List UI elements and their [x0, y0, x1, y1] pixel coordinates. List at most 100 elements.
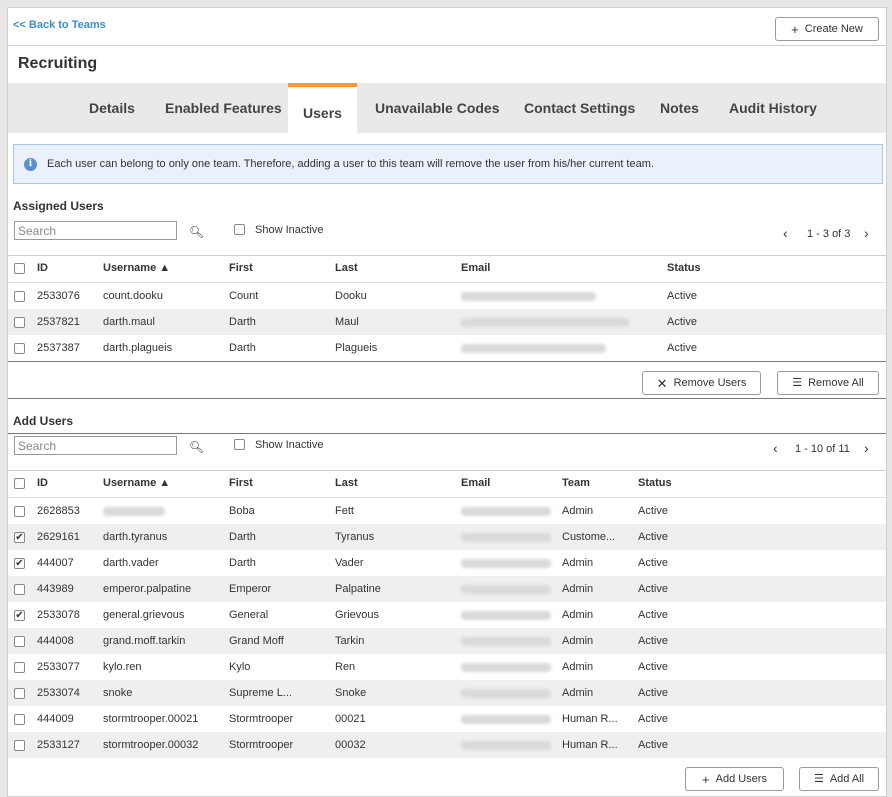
- redacted-email: [461, 507, 551, 516]
- remove-users-label: Remove Users: [673, 377, 747, 389]
- row-checkbox[interactable]: ✔: [14, 532, 25, 543]
- cell-last: Palpatine: [335, 583, 381, 595]
- table-row[interactable]: 2533077 kylo.ren Kylo Ren Admin Active: [8, 654, 886, 680]
- add-next-page-icon[interactable]: ›: [864, 440, 869, 456]
- add-users-heading: Add Users: [13, 414, 74, 428]
- assigned-show-inactive-checkbox[interactable]: [234, 224, 245, 235]
- add-all-button[interactable]: ☰ Add All: [799, 767, 879, 791]
- column-header-team[interactable]: Team: [562, 477, 590, 489]
- row-checkbox[interactable]: [14, 584, 25, 595]
- column-header-email[interactable]: Email: [461, 262, 490, 274]
- column-header-id[interactable]: ID: [37, 477, 48, 489]
- team-editor-panel: << Back to Teams + Create New Recruiting…: [7, 7, 887, 797]
- table-row[interactable]: 2628853 Boba Fett Admin Active: [8, 498, 886, 524]
- assigned-search-input[interactable]: [14, 221, 177, 240]
- cell-team: Admin: [562, 557, 594, 569]
- row-checkbox[interactable]: [14, 343, 25, 354]
- row-checkbox[interactable]: ✔: [14, 610, 25, 621]
- cell-id: 444007: [37, 557, 74, 569]
- assigned-next-page-icon[interactable]: ›: [864, 225, 869, 241]
- remove-all-label: Remove All: [808, 377, 864, 389]
- cell-last: Tyranus: [335, 531, 375, 543]
- tab-notes[interactable]: Notes: [660, 100, 699, 116]
- redacted-email: [461, 741, 551, 750]
- tab-unavailable-codes[interactable]: Unavailable Codes: [375, 100, 500, 116]
- row-checkbox[interactable]: [14, 740, 25, 751]
- remove-all-button[interactable]: ☰ Remove All: [777, 371, 879, 395]
- row-checkbox[interactable]: [14, 506, 25, 517]
- cell-id: 2533078: [37, 609, 80, 621]
- row-checkbox[interactable]: [14, 714, 25, 725]
- cell-last: Ren: [335, 661, 356, 673]
- column-header-id[interactable]: ID: [37, 262, 48, 274]
- cell-first: Darth: [229, 342, 256, 354]
- back-to-teams-link[interactable]: << Back to Teams: [13, 19, 106, 31]
- add-users-button[interactable]: + Add Users: [685, 767, 784, 791]
- cell-id: 443989: [37, 583, 74, 595]
- add-prev-page-icon[interactable]: ‹: [773, 440, 778, 456]
- cell-username: darth.vader: [103, 557, 159, 569]
- search-icon[interactable]: 🔍︎: [189, 225, 204, 239]
- tab-enabled-features[interactable]: Enabled Features: [165, 100, 282, 116]
- assigned-prev-page-icon[interactable]: ‹: [783, 225, 788, 241]
- cell-first: Emperor: [229, 583, 272, 595]
- cell-id: 2533074: [37, 687, 80, 699]
- redacted-email: [461, 318, 629, 327]
- column-header-status[interactable]: Status: [667, 262, 701, 274]
- add-select-all-checkbox[interactable]: [14, 478, 25, 489]
- cell-first: Darth: [229, 557, 256, 569]
- search-icon[interactable]: 🔍︎: [189, 440, 204, 454]
- cell-username: darth.tyranus: [103, 531, 168, 543]
- add-all-label: Add All: [829, 773, 865, 785]
- add-search-input[interactable]: [14, 436, 177, 455]
- column-header-last[interactable]: Last: [335, 477, 358, 489]
- table-row[interactable]: 444008 grand.moff.tarkin Grand Moff Tarkin A…: [8, 628, 886, 654]
- table-row[interactable]: 2533074 snoke Supreme L... Snoke Admin Active: [8, 680, 886, 706]
- tab-contact-settings[interactable]: Contact Settings: [524, 100, 635, 116]
- cell-username: snoke: [103, 687, 133, 699]
- column-header-status[interactable]: Status: [638, 477, 672, 489]
- add-show-inactive-checkbox[interactable]: [234, 439, 245, 450]
- create-new-button[interactable]: + Create New: [775, 17, 879, 41]
- cell-team: Admin: [562, 583, 594, 595]
- assigned-select-all-checkbox[interactable]: [14, 263, 25, 274]
- cell-status: Active: [638, 687, 668, 699]
- row-checkbox[interactable]: ✔: [14, 558, 25, 569]
- cell-team: Human R...: [562, 713, 618, 725]
- row-checkbox[interactable]: [14, 636, 25, 647]
- column-header-first[interactable]: First: [229, 262, 253, 274]
- column-header-email[interactable]: Email: [461, 477, 490, 489]
- info-icon: i: [24, 157, 37, 171]
- table-row[interactable]: 2537387 darth.plagueis Darth Plagueis Ac…: [8, 335, 886, 361]
- table-row[interactable]: 444009 stormtrooper.00021 Stormtrooper 0002…: [8, 706, 886, 732]
- row-checkbox[interactable]: [14, 688, 25, 699]
- tab-users[interactable]: Users: [288, 83, 357, 133]
- cell-id: 2537387: [37, 342, 80, 354]
- redacted-email: [461, 715, 551, 724]
- table-row[interactable]: 443989 emperor.palpatine Emperor Palpatine A…: [8, 576, 886, 602]
- cell-status: Active: [638, 557, 668, 569]
- tab-details[interactable]: Details: [89, 100, 135, 116]
- column-header-last[interactable]: Last: [335, 262, 358, 274]
- table-row[interactable]: ✔ 2533078 general.grievous General Grievous A…: [8, 602, 886, 628]
- row-checkbox[interactable]: [14, 317, 25, 328]
- tab-audit-history[interactable]: Audit History: [729, 100, 817, 116]
- cell-status: Active: [638, 531, 668, 543]
- table-row[interactable]: 2533076 count.dooku Count Dooku Active: [8, 283, 886, 309]
- remove-users-button[interactable]: ✕ Remove Users: [642, 371, 761, 395]
- cell-status: Active: [667, 342, 697, 354]
- redacted-email: [461, 637, 551, 646]
- table-row[interactable]: ✔ 2629161 darth.tyranus Darth Tyranus Custome…: [8, 524, 886, 550]
- table-row[interactable]: ✔ 444007 darth.vader Darth Vader Admin Active: [8, 550, 886, 576]
- table-row[interactable]: 2533127 stormtrooper.00032 Stormtrooper 000…: [8, 732, 886, 758]
- row-checkbox[interactable]: [14, 291, 25, 302]
- column-header-username[interactable]: Username ▲: [103, 262, 170, 274]
- cell-first: Stormtrooper: [229, 739, 294, 751]
- row-checkbox[interactable]: [14, 662, 25, 673]
- table-row[interactable]: 2537821 darth.maul Darth Maul Active: [8, 309, 886, 335]
- cell-id: 2628853: [37, 505, 80, 517]
- column-header-first[interactable]: First: [229, 477, 253, 489]
- column-header-username[interactable]: Username ▲: [103, 477, 170, 489]
- close-icon: ✕: [656, 375, 668, 391]
- cell-username: grand.moff.tarkin: [103, 635, 186, 647]
